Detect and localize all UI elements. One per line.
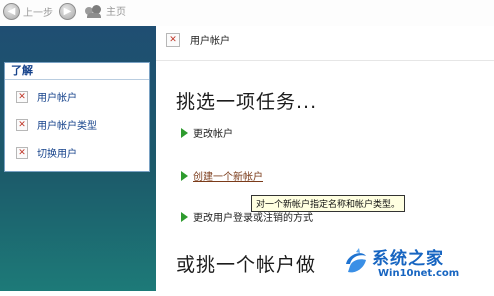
back-label: 上一步 [23,8,53,19]
green-arrow-icon [181,211,188,222]
header-divider [156,60,494,61]
learn-item-label: 用户帐户类型 [37,121,97,132]
learn-item-switch-user[interactable]: ✕ 切换用户 [16,145,77,160]
task-change-account[interactable]: 更改帐户 [181,125,233,140]
broken-image-icon: ✕ [16,118,28,131]
account-heading: 或挑一个帐户做 [176,254,317,276]
home-button[interactable]: 主页 [85,3,126,18]
green-arrow-icon [181,170,188,181]
back-button[interactable]: ◀ 上一步 [3,3,53,20]
learn-item-label: 切换用户 [37,149,77,160]
watermark-logo-icon [346,248,366,273]
green-arrow-icon [181,127,188,138]
broken-image-icon: ✕ [16,90,28,103]
watermark-site: Win10net.com [378,268,460,279]
users-home-icon [85,4,103,18]
learn-about-title: 了解 [5,63,149,80]
broken-image-icon: ✕ [16,146,28,159]
task-label: 更改用户登录或注销的方式 [193,213,313,224]
broken-image-icon: ✕ [166,32,180,47]
learn-about-panel: 了解 ✕ 用户帐户 ✕ 用户帐户类型 ✕ 切换用户 [4,62,150,172]
left-pane: 了解 ✕ 用户帐户 ✕ 用户帐户类型 ✕ 切换用户 [0,26,156,291]
learn-item-user-accounts[interactable]: ✕ 用户帐户 [16,89,77,104]
task-label: 创建一个新帐户 [193,172,263,183]
learn-item-label: 用户帐户 [37,93,77,104]
task-label: 更改帐户 [193,129,233,140]
page-title: 用户帐户 [190,36,230,47]
task-heading: 挑选一项任务... [176,91,318,113]
watermark-brand: 系统之家 [372,249,444,269]
home-label: 主页 [106,7,126,18]
forward-arrow-icon: ▶ [59,3,76,20]
back-arrow-icon: ◀ [3,3,20,20]
learn-item-account-types[interactable]: ✕ 用户帐户类型 [16,117,97,132]
forward-button[interactable]: ▶ [59,3,76,20]
toolbar: ◀ 上一步 ▶ 主页 [0,0,494,26]
task-change-logon[interactable]: 更改用户登录或注销的方式 [181,209,313,224]
task-create-account[interactable]: 创建一个新帐户 [181,168,263,183]
main-header: ✕ 用户帐户 [166,32,230,47]
